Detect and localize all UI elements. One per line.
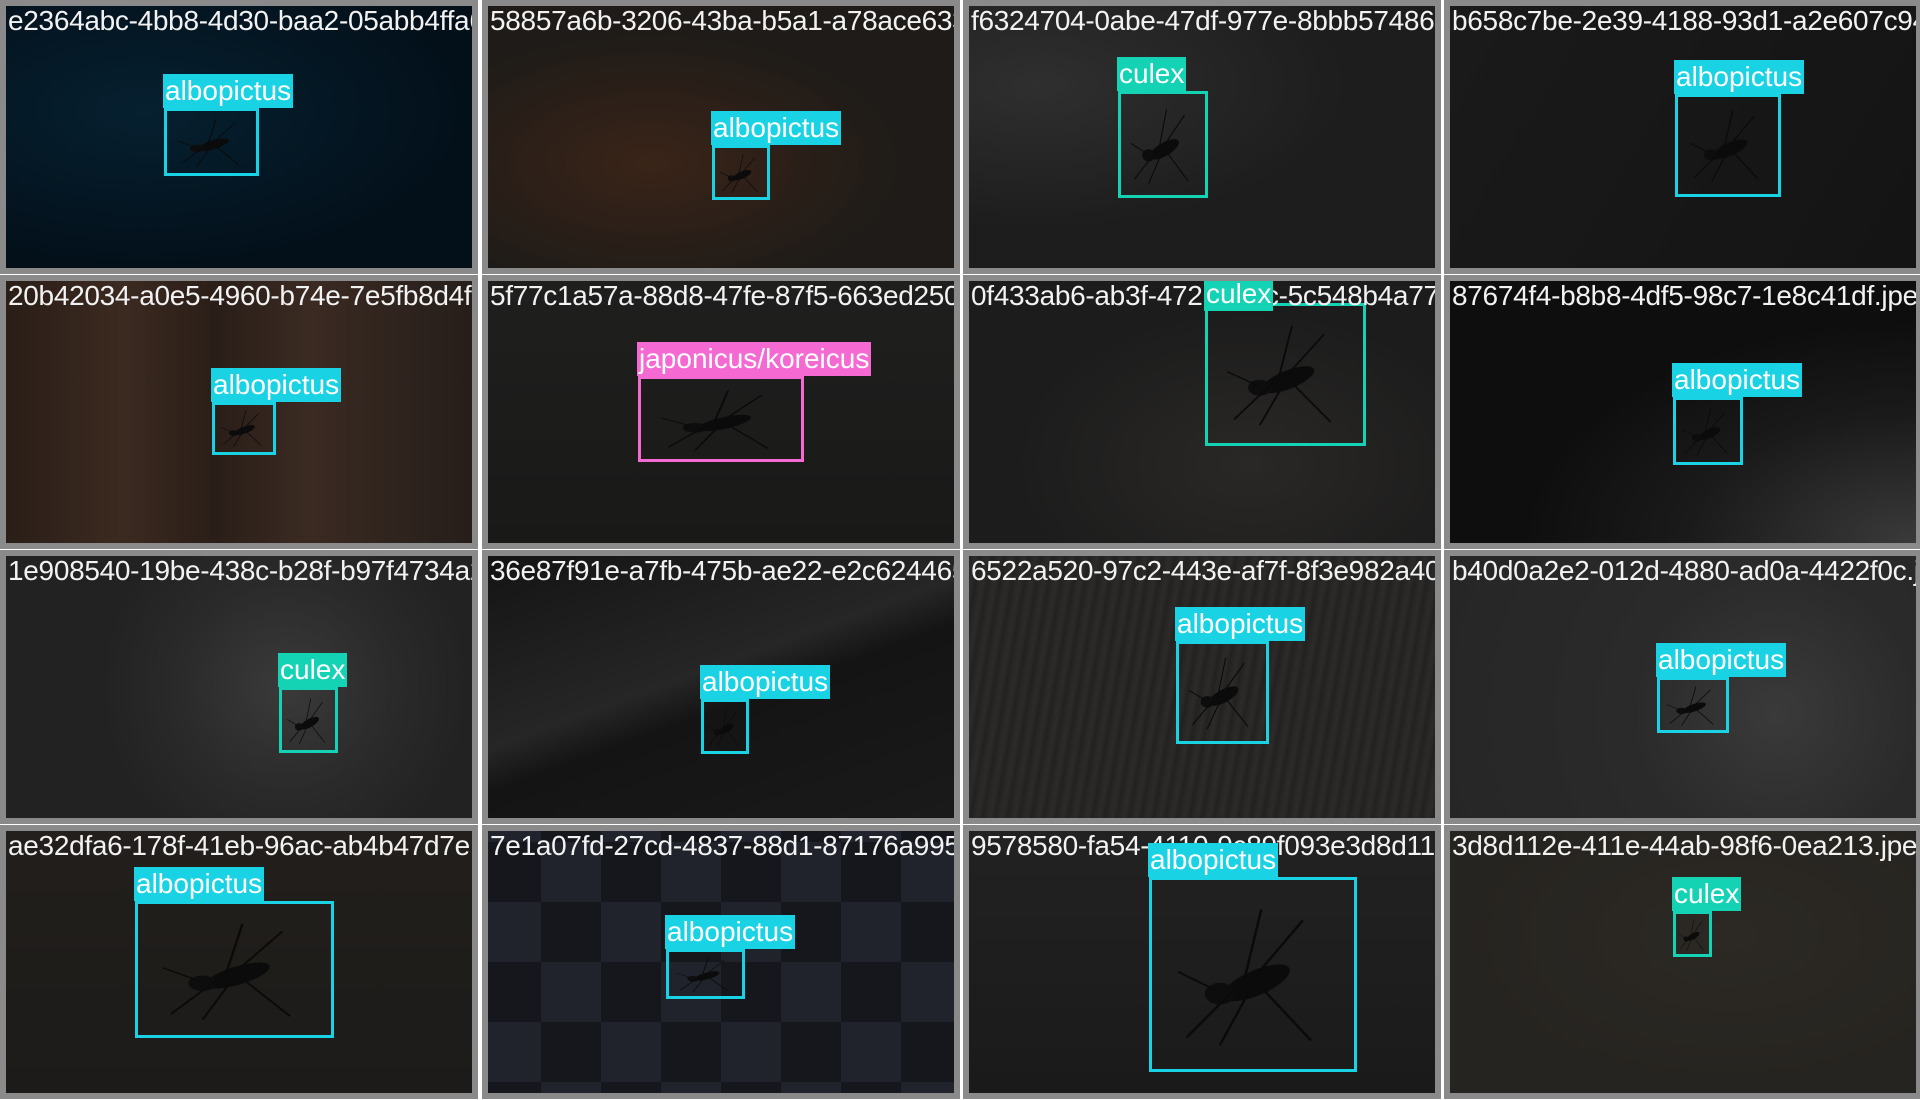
tile-filename: 5f77c1a57a-88d8-47fe-87f5-663ed25012357.… (490, 280, 960, 311)
detection-box (135, 901, 334, 1038)
detection-box (164, 108, 259, 176)
detection-box (1657, 677, 1729, 733)
tile-filename: ae32dfa6-178f-41eb-96ac-ab4b47d7e1a07fd.… (8, 830, 472, 861)
detection-label: albopictus (1656, 643, 1787, 677)
tile-filename: 20b42034-a0e5-4960-b74e-7e5fb8d4f9765f.j… (8, 280, 472, 311)
image-tile: 6522a520-97c2-443e-af7f-8f3e982a40d0a.jp… (963, 550, 1441, 824)
image-tile: b40d0a2e2-012d-4880-ad0a-4422f0c.jpeg alb… (1444, 550, 1920, 824)
detection-box (212, 402, 276, 455)
tile-filename: 7e1a07fd-27cd-4837-88d1-87176a9957d8580.… (490, 830, 960, 861)
image-tile: 0f433ab6-ab3f-4726-9f5c-5c548b4a77e3744.… (963, 275, 1441, 549)
detection-label: albopictus (700, 665, 831, 699)
image-tile: ae32dfa6-178f-41eb-96ac-ab4b47d7e1a07fd.… (0, 825, 478, 1099)
detection-label: albopictus (1674, 60, 1805, 94)
image-tile: 7e1a07fd-27cd-4837-88d1-87176a9957d8580.… (482, 825, 960, 1099)
detection-label: albopictus (665, 915, 796, 949)
image-tile: b658c7be-2e39-4188-93d1-a2e607c94.jpeg al… (1444, 0, 1920, 274)
image-tile: 9578580-fa54-4110-9c89f093e3d8d112.jpega… (963, 825, 1441, 1099)
detection-label: albopictus (211, 368, 342, 402)
detection-label: albopictus (163, 74, 294, 108)
tile-filename: 87674f4-b8b8-4df5-98c7-1e8c41df.jpeg (1452, 280, 1920, 311)
image-tile: 58857a6b-3206-43ba-b5a1-a78ace63349704.j… (482, 0, 960, 274)
tile-filename: 6522a520-97c2-443e-af7f-8f3e982a40d0a.jp… (971, 555, 1441, 586)
tile-photo (1450, 831, 1916, 1093)
image-tile: e2364abc-4bb8-4d30-baa2-05abb4ffa67402.j… (0, 0, 478, 274)
detection-label: albopictus (711, 111, 842, 145)
detection-label: albopictus (1672, 363, 1803, 397)
tile-filename: 1e908540-19be-438c-b28f-b97f4734a2876f91… (8, 555, 472, 586)
tile-filename: b40d0a2e2-012d-4880-ad0a-4422f0c.jpeg (1452, 555, 1920, 586)
detection-label: culex (1117, 57, 1187, 91)
detection-box (638, 376, 804, 462)
detection-label: albopictus (1148, 843, 1279, 877)
detection-box (1673, 397, 1743, 465)
detection-label: culex (1672, 877, 1742, 911)
tile-filename: 36e87f91e-a7fb-475b-ae22-e2c6244652a520.… (490, 555, 954, 586)
detection-box (1176, 641, 1269, 744)
detection-box (1205, 303, 1366, 446)
detection-box (1149, 877, 1357, 1072)
image-tile: 5f77c1a57a-88d8-47fe-87f5-663ed25012357.… (482, 275, 960, 549)
image-tile: 87674f4-b8b8-4df5-98c7-1e8c41df.jpeg albo… (1444, 275, 1920, 549)
detection-label: albopictus (134, 867, 265, 901)
detection-label: culex (1204, 278, 1274, 311)
tile-filename: b658c7be-2e39-4188-93d1-a2e607c94.jpeg (1452, 5, 1916, 36)
image-tile: 3d8d112e-411e-44ab-98f6-0ea213.jpeg culex (1444, 825, 1920, 1099)
detection-box (1675, 94, 1781, 197)
detection-label: albopictus (1175, 607, 1306, 641)
image-tile: f6324704-0abe-47df-977e-8bbb574866f5738.… (963, 0, 1441, 274)
tile-filename: 58857a6b-3206-43ba-b5a1-a78ace63349704.j… (490, 5, 954, 36)
tile-filename: e2364abc-4bb8-4d30-baa2-05abb4ffa67402.j… (8, 5, 472, 36)
image-tile: 1e908540-19be-438c-b28f-b97f4734a2876f91… (0, 550, 478, 824)
detection-mosaic: e2364abc-4bb8-4d30-baa2-05abb4ffa67402.j… (0, 0, 1920, 1100)
detection-box (701, 699, 749, 754)
detection-box (1673, 911, 1712, 957)
detection-label: japonicus/koreicus (637, 342, 872, 376)
detection-box (666, 949, 745, 999)
tile-filename: 3d8d112e-411e-44ab-98f6-0ea213.jpeg (1452, 830, 1920, 861)
detection-label: culex (278, 653, 348, 687)
tile-photo (6, 556, 472, 818)
detection-box (1118, 91, 1208, 198)
image-tile: 36e87f91e-a7fb-475b-ae22-e2c6244652a520.… (482, 550, 960, 824)
image-tile: 20b42034-a0e5-4960-b74e-7e5fb8d4f9765f.j… (0, 275, 478, 549)
detection-box (279, 687, 338, 753)
detection-box (712, 145, 770, 200)
tile-filename: f6324704-0abe-47df-977e-8bbb574866f5738.… (971, 5, 1435, 36)
